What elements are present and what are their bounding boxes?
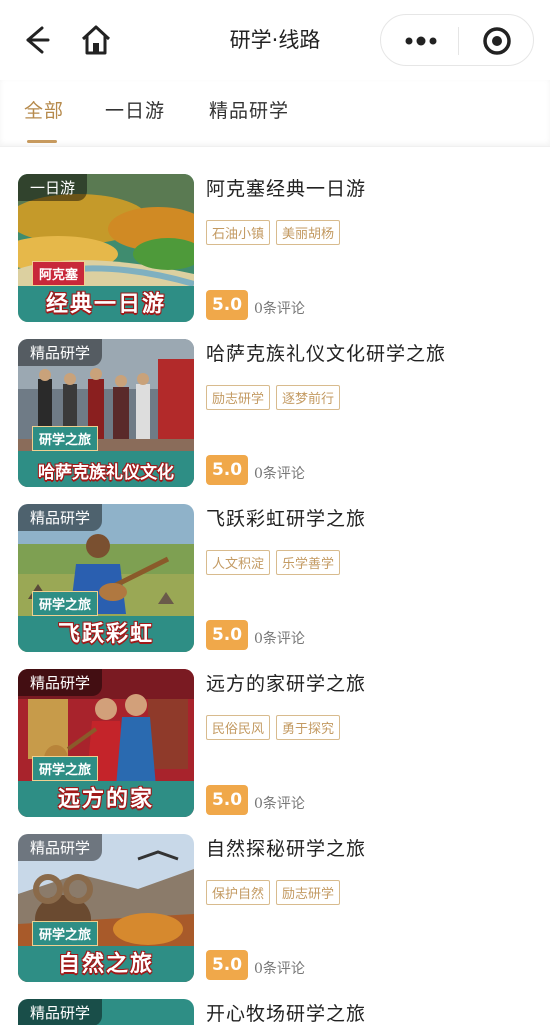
route-tags: 石油小镇 美丽胡杨 (206, 220, 346, 245)
rating-score: 5.0 (206, 290, 248, 320)
route-tags: 人文积淀 乐学善学 (206, 550, 346, 575)
route-tags: 民俗民风 勇于探究 (206, 715, 346, 740)
active-tab-indicator (27, 140, 57, 143)
route-thumbnail[interactable]: 一日游 阿克塞 经典一日游 (18, 174, 194, 322)
route-thumbnail[interactable]: 精品研学 研学之旅 哈萨克族礼仪文化 (18, 339, 194, 487)
route-tag: 励志研学 (206, 385, 271, 410)
route-title[interactable]: 哈萨克族礼仪文化研学之旅 (206, 339, 446, 366)
list-item[interactable]: 精品研学 研学之旅 自然之旅 自然探秘研学之旅 保护自然 励志研学 5.0 0条评… (0, 820, 550, 982)
category-badge: 精品研学 (18, 669, 103, 696)
thumbnail-banner-text: 哈萨克族礼仪文化 (38, 463, 174, 483)
route-tag: 励志研学 (276, 880, 341, 905)
review-count: 0条评论 (254, 796, 305, 812)
route-tag: 民俗民风 (206, 715, 271, 740)
route-tag: 人文积淀 (206, 550, 271, 575)
capsule-divider (458, 27, 459, 55)
route-title[interactable]: 开心牧场研学之旅 (206, 999, 366, 1025)
review-count: 0条评论 (254, 466, 305, 482)
thumbnail-banner-text: 自然之旅 (57, 951, 154, 977)
tab-premium-study[interactable]: 精品研学 (209, 96, 289, 123)
review-count: 0条评论 (254, 631, 305, 647)
mini-program-capsule (380, 14, 534, 66)
route-tag: 逐梦前行 (276, 385, 341, 410)
review-count: 0条评论 (254, 961, 305, 977)
route-tag: 勇于探究 (276, 715, 341, 740)
category-badge: 精品研学 (18, 999, 103, 1025)
route-title[interactable]: 自然探秘研学之旅 (206, 834, 366, 861)
list-item[interactable]: 一日游 阿克塞 经典一日游 阿克塞经典一日游 石油小镇 美丽胡杨 5.0 0条评论 (0, 160, 550, 322)
route-thumbnail[interactable]: 精品研学 (18, 999, 194, 1025)
close-target-icon[interactable] (481, 25, 513, 57)
list-item[interactable]: 精品研学 研学之旅 远方的家 远方的家研学之旅 民俗民风 勇于探究 5.0 0条评… (0, 655, 550, 817)
category-badge: 精品研学 (18, 339, 103, 366)
category-badge: 一日游 (18, 174, 88, 201)
route-tags: 保护自然 励志研学 (206, 880, 346, 905)
thumbnail-subtag: 研学之旅 (32, 591, 99, 616)
category-tabs: 全部 一日游 精品研学 (0, 80, 550, 147)
route-thumbnail[interactable]: 精品研学 研学之旅 远方的家 (18, 669, 194, 817)
route-title[interactable]: 飞跃彩虹研学之旅 (206, 504, 366, 531)
rating-score: 5.0 (206, 620, 248, 650)
thumbnail-subtag: 研学之旅 (32, 426, 99, 451)
route-tags: 励志研学 逐梦前行 (206, 385, 346, 410)
route-thumbnail[interactable]: 精品研学 研学之旅 飞跃彩虹 (18, 504, 194, 652)
thumbnail-subtag: 阿克塞 (32, 261, 86, 286)
list-item[interactable]: 精品研学 开心牧场研学之旅 (0, 985, 550, 1025)
route-tag: 美丽胡杨 (276, 220, 341, 245)
route-tag: 石油小镇 (206, 220, 271, 245)
tab-all[interactable]: 全部 (24, 96, 64, 123)
route-title[interactable]: 阿克塞经典一日游 (206, 174, 366, 201)
list-item[interactable]: 精品研学 研学之旅 飞跃彩虹 飞跃彩虹研学之旅 人文积淀 乐学善学 5.0 0条评… (0, 490, 550, 652)
thumbnail-banner-text: 远方的家 (57, 786, 154, 812)
navigation-bar: 研学·线路 (0, 0, 550, 80)
route-title[interactable]: 远方的家研学之旅 (206, 669, 366, 696)
review-count: 0条评论 (254, 301, 305, 317)
category-badge: 精品研学 (18, 504, 103, 531)
tab-one-day-tour[interactable]: 一日游 (105, 96, 165, 123)
thumbnail-subtag: 研学之旅 (32, 921, 99, 946)
route-tag: 乐学善学 (276, 550, 341, 575)
thumbnail-banner-text: 飞跃彩虹 (57, 621, 154, 647)
rating-score: 5.0 (206, 785, 248, 815)
list-item[interactable]: 精品研学 研学之旅 哈萨克族礼仪文化 哈萨克族礼仪文化研学之旅 励志研学 逐梦前行… (0, 325, 550, 487)
thumbnail-subtag: 研学之旅 (32, 756, 99, 781)
route-thumbnail[interactable]: 精品研学 研学之旅 自然之旅 (18, 834, 194, 982)
more-options-icon[interactable] (401, 27, 441, 55)
route-tag: 保护自然 (206, 880, 271, 905)
category-badge: 精品研学 (18, 834, 103, 861)
thumbnail-banner-text: 经典一日游 (45, 291, 166, 317)
rating-score: 5.0 (206, 950, 248, 980)
rating-score: 5.0 (206, 455, 248, 485)
